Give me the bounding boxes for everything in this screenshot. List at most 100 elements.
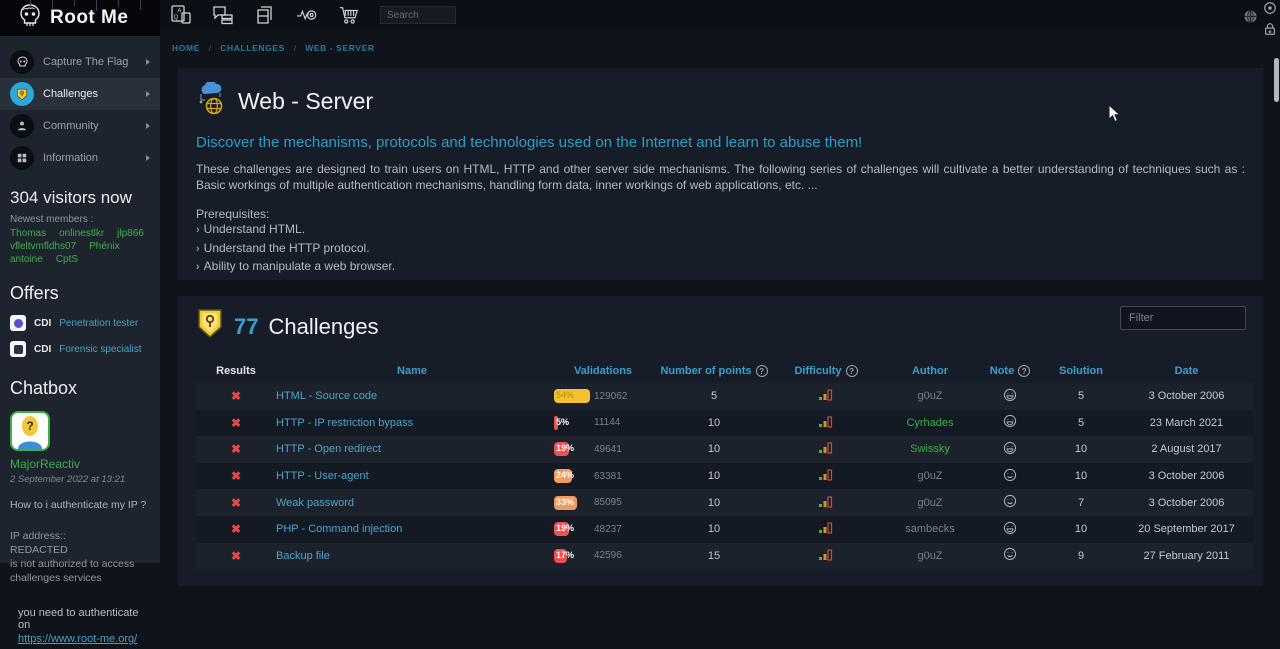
offer-link[interactable]: Penetration tester xyxy=(59,318,138,329)
member-link[interactable]: CptS xyxy=(56,254,78,265)
offer-link[interactable]: Forensic specialist xyxy=(59,344,141,355)
points-value: 10 xyxy=(708,497,720,509)
points-value: 10 xyxy=(708,417,720,429)
difficulty-icon[interactable] xyxy=(818,468,834,484)
solution-count[interactable]: 5 xyxy=(1078,417,1084,429)
activity-icon[interactable] xyxy=(296,4,318,26)
breadcrumb-separator: / xyxy=(209,43,211,53)
documents-icon[interactable] xyxy=(254,4,276,26)
column-validations[interactable]: Validations xyxy=(548,365,658,377)
solution-count[interactable]: 9 xyxy=(1078,550,1084,562)
challenges-count-label: Challenges xyxy=(268,314,378,340)
forum-icon[interactable] xyxy=(212,4,234,26)
challenge-link[interactable]: HTTP - IP restriction bypass xyxy=(276,417,413,429)
table-row: ✖ HTTP - User-agent 24% 63381 10 g0uZ xyxy=(196,463,1253,490)
visitors-count: 304 visitors now xyxy=(0,174,160,212)
author-link[interactable]: g0uZ xyxy=(917,550,942,562)
author-link[interactable]: g0uZ xyxy=(917,470,942,482)
member-link[interactable]: antoine xyxy=(10,254,43,265)
column-points[interactable]: Number of points? xyxy=(658,365,770,377)
search-input[interactable] xyxy=(380,6,456,24)
breadcrumb-current[interactable]: WEB - SERVER xyxy=(305,43,374,53)
sidebar-item-community[interactable]: Community xyxy=(0,110,160,142)
table-row: ✖ HTML - Source code 54% 129062 5 g0uZ xyxy=(196,383,1253,410)
member-link[interactable]: vfleltvmfldhs07 xyxy=(10,241,76,252)
cart-icon[interactable] xyxy=(338,4,360,26)
guide-icon[interactable]: AQ xyxy=(170,4,192,26)
column-author[interactable]: Author xyxy=(882,365,978,377)
column-note[interactable]: Note? xyxy=(978,365,1042,377)
challenge-date: 2 August 2017 xyxy=(1151,443,1221,455)
column-solution[interactable]: Solution xyxy=(1042,365,1120,377)
offer-contract-type: CDI xyxy=(34,344,51,355)
challenge-link[interactable]: PHP - Command injection xyxy=(276,523,402,535)
challenge-link[interactable]: HTTP - User-agent xyxy=(276,470,369,482)
member-link[interactable]: onlinestlkr xyxy=(59,228,104,239)
author-link[interactable]: g0uZ xyxy=(917,497,942,509)
help-icon[interactable]: ? xyxy=(846,365,858,377)
challenge-link[interactable]: HTML - Source code xyxy=(276,390,377,402)
difficulty-icon[interactable] xyxy=(818,388,834,404)
table-row: ✖ Backup file 17% 42596 15 g0uZ xyxy=(196,543,1253,570)
sidebar-item-capture-the-flag[interactable]: Capture The Flag xyxy=(0,46,160,78)
note-emoji-icon xyxy=(1003,468,1017,485)
offer-item[interactable]: CDI Penetration tester xyxy=(0,312,160,338)
sidebar-item-information[interactable]: Information xyxy=(0,142,160,174)
chat-username-link[interactable]: MajorReactiv xyxy=(10,457,150,471)
breadcrumb-home[interactable]: HOME xyxy=(172,43,200,53)
column-difficulty[interactable]: Difficulty? xyxy=(770,365,882,377)
difficulty-icon[interactable] xyxy=(818,521,834,537)
column-results[interactable]: Results xyxy=(196,365,276,377)
difficulty-icon[interactable] xyxy=(818,495,834,511)
column-date[interactable]: Date xyxy=(1120,365,1253,377)
author-link[interactable]: sambecks xyxy=(905,523,955,535)
author-link[interactable]: g0uZ xyxy=(917,390,942,402)
challenge-date: 27 February 2011 xyxy=(1143,550,1229,562)
chatbox-title: Chatbox xyxy=(0,364,160,407)
offer-company-logo xyxy=(10,341,26,357)
author-link[interactable]: Swissky xyxy=(910,443,950,455)
validation-percentage-badge: 17% xyxy=(554,549,567,563)
member-link[interactable]: Phénix xyxy=(89,241,120,252)
padlock-download-icon[interactable] xyxy=(1263,22,1277,41)
validation-count: 11144 xyxy=(594,417,620,428)
filter-input[interactable] xyxy=(1120,306,1246,330)
difficulty-icon[interactable] xyxy=(818,415,834,431)
scrollbar-thumb[interactable] xyxy=(1274,58,1279,102)
skull-logo-icon xyxy=(18,3,42,34)
sidebar-nav: Capture The Flag Challenges Community In… xyxy=(0,36,160,174)
chevron-bullet-icon: › xyxy=(196,224,200,236)
sidebar-item-label: Capture The Flag xyxy=(43,56,146,68)
avatar[interactable]: ? xyxy=(10,411,50,451)
help-icon[interactable]: ? xyxy=(756,365,768,377)
member-link[interactable]: jlp866 xyxy=(117,228,144,239)
help-icon[interactable]: ? xyxy=(1018,365,1030,377)
solution-count[interactable]: 10 xyxy=(1075,523,1087,535)
difficulty-icon[interactable] xyxy=(818,548,834,564)
difficulty-icon[interactable] xyxy=(818,441,834,457)
sidebar: Root Me Capture The Flag Challenges Comm… xyxy=(0,0,160,563)
solution-count[interactable]: 10 xyxy=(1075,443,1087,455)
breadcrumb-challenges[interactable]: CHALLENGES xyxy=(220,43,285,53)
author-link[interactable]: Cyrhades xyxy=(906,417,953,429)
challenge-link[interactable]: HTTP - Open redirect xyxy=(276,443,381,455)
category-subtitle: Discover the mechanisms, protocols and t… xyxy=(196,134,1245,151)
solution-count[interactable]: 5 xyxy=(1078,390,1084,402)
challenge-link[interactable]: Weak password xyxy=(276,497,354,509)
offer-item[interactable]: CDI Forensic specialist xyxy=(0,338,160,364)
column-name[interactable]: Name xyxy=(276,365,548,377)
target-dot-icon[interactable] xyxy=(1263,1,1277,20)
member-link[interactable]: Thomas xyxy=(10,228,46,239)
newest-members-label: Newest members : xyxy=(0,212,160,228)
globe-icon[interactable] xyxy=(1243,9,1258,29)
chat-footer-link[interactable]: https://www.root-me.org/ xyxy=(18,633,150,645)
logo[interactable]: Root Me xyxy=(0,0,160,36)
table-row: ✖ Weak password 33% 85095 10 g0uZ xyxy=(196,489,1253,516)
page-title: Web - Server xyxy=(238,88,373,115)
solution-count[interactable]: 7 xyxy=(1078,497,1084,509)
sidebar-item-challenges[interactable]: Challenges xyxy=(0,78,160,110)
solution-count[interactable]: 10 xyxy=(1075,470,1087,482)
validation-percentage-badge: 54% xyxy=(554,389,590,403)
chevron-bullet-icon: › xyxy=(196,261,200,273)
challenge-link[interactable]: Backup file xyxy=(276,550,330,562)
